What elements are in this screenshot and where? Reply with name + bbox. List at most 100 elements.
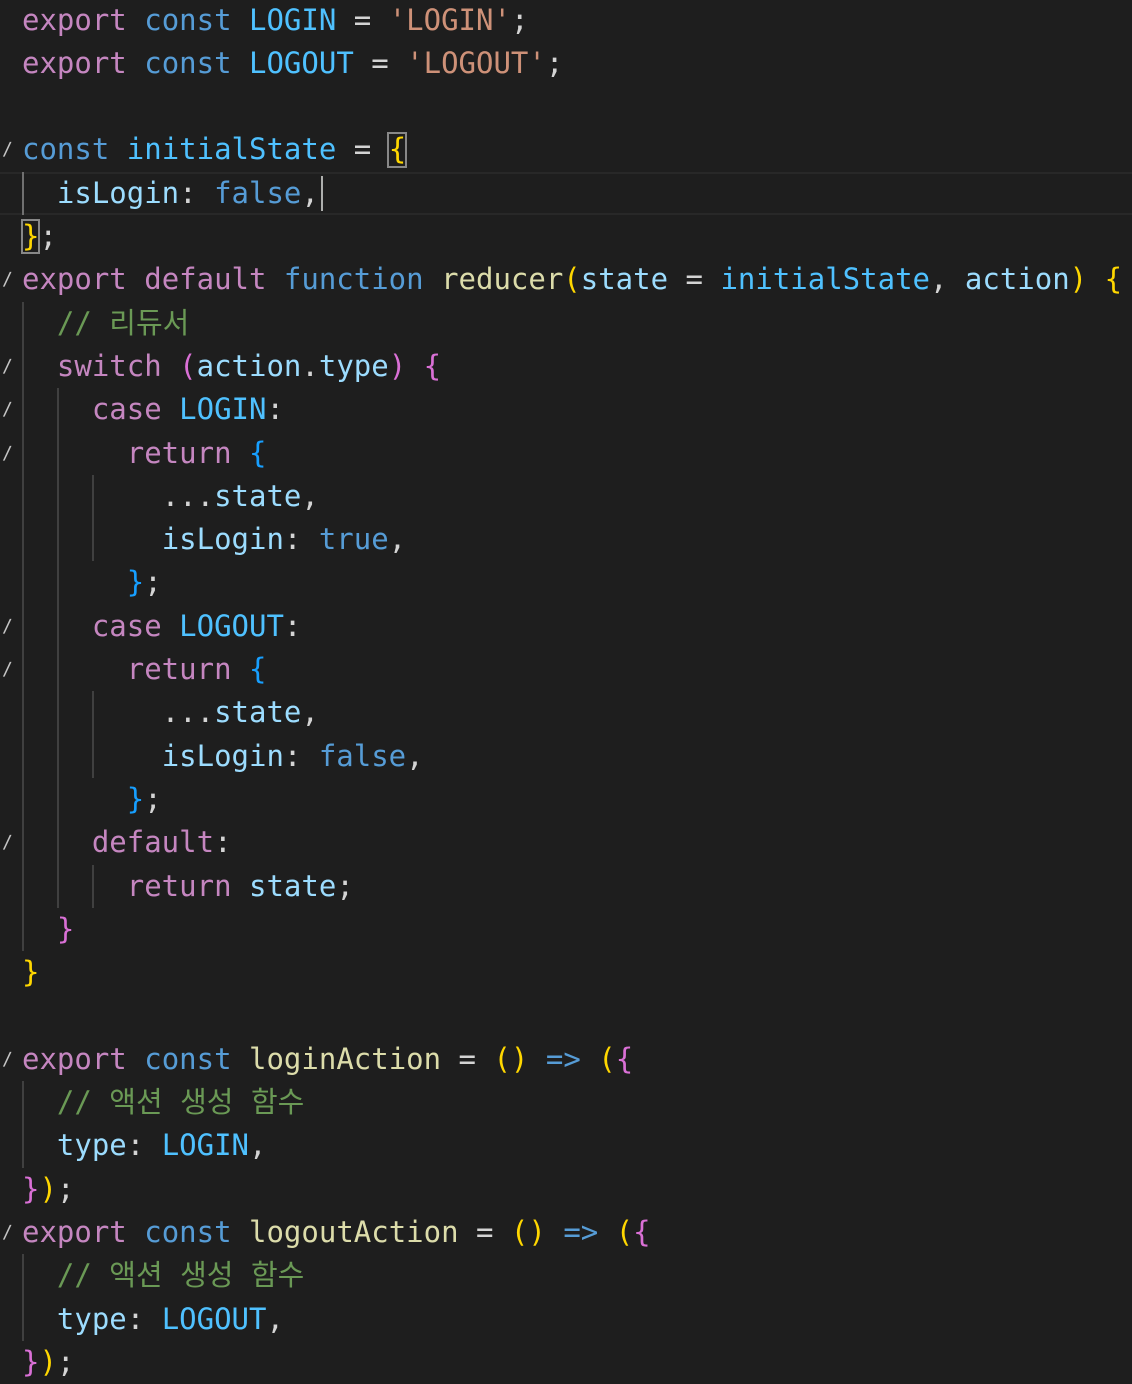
code-text[interactable]: type: LOGOUT, <box>22 1298 284 1341</box>
code-token: 'LOGOUT' <box>406 45 546 80</box>
code-text[interactable]: const initialState = { <box>22 128 406 171</box>
fold-chevron-icon[interactable]: ∕ <box>2 821 13 864</box>
code-token: ( <box>563 262 581 297</box>
code-line[interactable]: ∕ export default function reducer(state =… <box>0 258 1132 301</box>
code-line[interactable]: ∕ export const logoutAction = () => ({ <box>0 1211 1132 1254</box>
code-line[interactable]: }); <box>0 1341 1132 1384</box>
code-token: LOGOUT <box>161 1301 267 1336</box>
code-line[interactable]: ...state, <box>0 475 1132 518</box>
code-line[interactable]: ∕ export const loginAction = () => ({ <box>0 1038 1132 1081</box>
code-text[interactable]: // 액션 생성 함수 <box>22 1254 304 1297</box>
code-text[interactable]: // 액션 생성 함수 <box>22 1081 304 1124</box>
code-line[interactable]: ∕ case LOGIN: <box>0 388 1132 431</box>
code-text[interactable]: }; <box>22 215 57 258</box>
code-line[interactable]: isLogin: false, <box>0 172 1132 215</box>
code-line[interactable]: type: LOGOUT, <box>0 1298 1132 1341</box>
code-text[interactable]: ...state, <box>22 475 319 518</box>
code-editor[interactable]: export const LOGIN = 'LOGIN'; export cons… <box>0 0 1132 1379</box>
code-line[interactable] <box>0 994 1132 1037</box>
code-line[interactable]: ∕ switch (action.type) { <box>0 345 1132 388</box>
code-line[interactable]: return state; <box>0 865 1132 908</box>
fold-chevron-icon[interactable]: ∕ <box>2 605 13 648</box>
code-line[interactable]: ...state, <box>0 691 1132 734</box>
code-line[interactable]: ∕ const initialState = { <box>0 128 1132 171</box>
fold-chevron-icon[interactable]: ∕ <box>2 432 13 475</box>
code-line[interactable]: export const LOGOUT = 'LOGOUT'; <box>0 42 1132 85</box>
code-line[interactable]: ∕ return { <box>0 648 1132 691</box>
code-text[interactable]: switch (action.type) { <box>22 345 441 388</box>
code-token: , <box>249 1128 267 1163</box>
fold-chevron-icon[interactable]: ∕ <box>2 258 13 301</box>
code-token: , <box>388 522 407 557</box>
code-text[interactable]: export const logoutAction = () => ({ <box>22 1211 651 1254</box>
code-text[interactable]: } <box>22 951 39 994</box>
code-line[interactable]: // 액션 생성 함수 <box>0 1254 1132 1297</box>
code-token: return <box>126 435 232 470</box>
code-token: : <box>283 522 319 557</box>
code-token: } <box>22 219 40 253</box>
code-text[interactable]: isLogin: true, <box>22 518 406 561</box>
code-token: // 액션 생성 함수 <box>56 1085 305 1119</box>
code-token: false <box>214 175 302 210</box>
code-token: = <box>668 262 721 297</box>
code-line[interactable]: ∕ case LOGOUT: <box>0 605 1132 648</box>
code-text[interactable]: }); <box>22 1341 74 1384</box>
code-text[interactable]: export const LOGIN = 'LOGIN'; <box>22 0 528 42</box>
fold-chevron-icon[interactable]: ∕ <box>2 388 13 431</box>
code-line[interactable]: isLogin: false, <box>0 735 1132 778</box>
code-line[interactable]: }; <box>0 778 1132 821</box>
code-text[interactable]: }; <box>22 561 162 604</box>
code-line[interactable]: ∕ return { <box>0 432 1132 475</box>
fold-chevron-icon[interactable]: ∕ <box>2 648 13 691</box>
code-text[interactable]: export default function reducer(state = … <box>22 258 1122 301</box>
fold-chevron-icon[interactable]: ∕ <box>2 1211 13 1254</box>
code-text[interactable]: default: <box>22 821 232 864</box>
code-text[interactable]: case LOGIN: <box>22 388 284 431</box>
code-token: action <box>964 262 1070 297</box>
code-token: } <box>56 911 75 946</box>
code-token: : <box>266 392 284 427</box>
fold-chevron-icon[interactable]: ∕ <box>2 128 13 171</box>
code-text[interactable]: return { <box>22 432 267 475</box>
code-line[interactable]: // 리듀서 <box>0 302 1132 345</box>
code-token: , <box>301 478 319 513</box>
code-text[interactable]: }; <box>22 778 162 821</box>
code-text[interactable]: type: LOGIN, <box>22 1124 267 1167</box>
code-line[interactable]: export const LOGIN = 'LOGIN'; <box>0 0 1132 42</box>
code-token: type <box>56 1128 127 1163</box>
code-text[interactable]: isLogin: false, <box>22 735 424 778</box>
code-line[interactable]: ∕ default: <box>0 821 1132 864</box>
code-line[interactable] <box>0 85 1132 128</box>
code-token: } <box>22 1171 40 1206</box>
code-line[interactable]: }; <box>0 561 1132 604</box>
code-token: type <box>56 1301 127 1336</box>
code-line[interactable]: }; <box>0 215 1132 258</box>
code-text[interactable]: return state; <box>22 865 354 908</box>
code-line[interactable]: } <box>0 908 1132 951</box>
code-line[interactable]: }); <box>0 1168 1132 1211</box>
fold-chevron-icon[interactable]: ∕ <box>2 1038 13 1081</box>
code-text[interactable]: export const loginAction = () => ({ <box>22 1038 633 1081</box>
code-token: initialState <box>720 262 930 297</box>
code-line[interactable]: // 액션 생성 함수 <box>0 1081 1132 1124</box>
code-text[interactable]: }); <box>22 1168 74 1211</box>
code-text[interactable]: } <box>22 908 74 951</box>
code-token: ... <box>161 695 215 730</box>
code-token: function <box>283 262 424 297</box>
code-text[interactable]: // 리듀서 <box>22 302 189 345</box>
code-token: ) <box>39 1171 57 1206</box>
code-text[interactable]: ...state, <box>22 691 319 734</box>
code-text[interactable]: case LOGOUT: <box>22 605 302 648</box>
code-text[interactable]: isLogin: false, <box>22 172 319 215</box>
code-token: LOGIN <box>179 392 267 427</box>
code-line[interactable]: } <box>0 951 1132 994</box>
code-text[interactable]: export const LOGOUT = 'LOGOUT'; <box>22 42 563 85</box>
code-text[interactable]: return { <box>22 648 267 691</box>
fold-chevron-icon[interactable]: ∕ <box>2 345 13 388</box>
code-line[interactable]: isLogin: true, <box>0 518 1132 561</box>
code-token: type <box>318 348 389 383</box>
code-line[interactable]: type: LOGIN, <box>0 1124 1132 1167</box>
